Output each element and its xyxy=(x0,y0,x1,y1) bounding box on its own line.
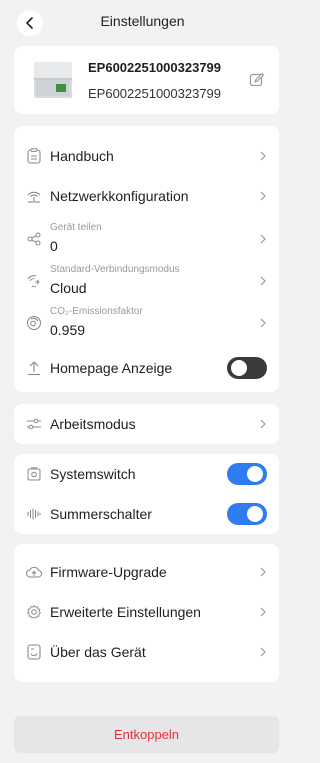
upload-icon xyxy=(26,360,42,376)
homepage-display-row: Homepage Anzeige xyxy=(14,348,279,388)
chevron-right-icon xyxy=(260,607,266,617)
switches-card: Systemswitch Summerschalter xyxy=(14,454,279,534)
work-mode-row[interactable]: Arbeitsmodus xyxy=(14,404,279,444)
advanced-settings-row[interactable]: Erweiterte Einstellungen xyxy=(14,592,279,632)
battery-device-image xyxy=(34,62,72,98)
system-switch-toggle[interactable] xyxy=(227,463,267,485)
about-device-row[interactable]: Über das Gerät xyxy=(14,632,279,672)
sliders-icon xyxy=(26,416,42,432)
device-serial: EP6002251000323799 xyxy=(88,86,222,101)
settings-card: Handbuch Netzwerkkonfiguration Gerät tei… xyxy=(14,126,279,392)
network-config-row[interactable]: Netzwerkkonfiguration xyxy=(14,176,279,216)
manual-row[interactable]: Handbuch xyxy=(14,136,279,176)
toggle-knob xyxy=(247,506,263,522)
back-button[interactable] xyxy=(17,10,43,36)
toggle-knob xyxy=(231,360,247,376)
buzzer-switch-row: Summerschalter xyxy=(14,494,279,534)
device-card: EP6002251000323799 EP6002251000323799 xyxy=(14,46,279,114)
chevron-right-icon xyxy=(260,318,266,328)
connection-mode-value: Cloud xyxy=(50,280,87,296)
work-mode-label: Arbeitsmodus xyxy=(50,416,136,432)
chevron-right-icon xyxy=(260,419,266,429)
about-device-label: Über das Gerät xyxy=(50,644,146,660)
gear-icon xyxy=(26,604,42,620)
cloud-upload-icon xyxy=(26,564,42,580)
connection-mode-row[interactable]: Standard-Verbindungsmodus Cloud xyxy=(14,260,279,302)
chevron-right-icon xyxy=(260,567,266,577)
device-info-icon xyxy=(26,644,42,660)
system-switch-row: Systemswitch xyxy=(14,454,279,494)
sound-wave-icon xyxy=(26,506,42,522)
chevron-right-icon xyxy=(260,234,266,244)
wifi-router-icon xyxy=(26,188,42,204)
unlink-button[interactable]: Entkoppeln xyxy=(14,716,279,752)
toggle-knob xyxy=(247,466,263,482)
work-mode-card: Arbeitsmodus xyxy=(14,404,279,444)
share-device-label: Gerät teilen xyxy=(50,222,102,233)
more-settings-card: Firmware-Upgrade Erweiterte Einstellunge… xyxy=(14,544,279,682)
edit-icon[interactable] xyxy=(249,72,265,88)
buzzer-switch-label: Summerschalter xyxy=(50,506,152,522)
device-name: EP6002251000323799 xyxy=(88,60,222,75)
buzzer-switch-toggle[interactable] xyxy=(227,503,267,525)
homepage-display-toggle[interactable] xyxy=(227,357,267,379)
manual-label: Handbuch xyxy=(50,148,114,164)
share-device-row[interactable]: Gerät teilen 0 xyxy=(14,218,279,260)
chevron-left-icon xyxy=(26,17,33,29)
co2-factor-value: 0.959 xyxy=(50,322,86,338)
co2-factor-label: CO₂-Emissionsfaktor xyxy=(50,306,143,317)
system-switch-icon xyxy=(26,466,42,482)
system-switch-label: Systemswitch xyxy=(50,466,136,482)
manual-icon xyxy=(26,148,42,164)
co2-factor-row[interactable]: CO₂-Emissionsfaktor 0.959 xyxy=(14,302,279,344)
page-title: Einstellungen xyxy=(100,13,185,29)
firmware-upgrade-label: Firmware-Upgrade xyxy=(50,564,167,580)
chevron-right-icon xyxy=(260,647,266,657)
network-config-label: Netzwerkkonfiguration xyxy=(50,188,189,204)
homepage-display-label: Homepage Anzeige xyxy=(50,360,173,376)
advanced-settings-label: Erweiterte Einstellungen xyxy=(50,604,201,620)
share-device-value: 0 xyxy=(50,238,58,254)
header: Einstellungen xyxy=(0,0,285,42)
chevron-right-icon xyxy=(260,191,266,201)
firmware-upgrade-row[interactable]: Firmware-Upgrade xyxy=(14,552,279,592)
co2-icon xyxy=(26,315,42,331)
chevron-right-icon xyxy=(260,276,266,286)
chevron-right-icon xyxy=(260,151,266,161)
connection-mode-label: Standard-Verbindungsmodus xyxy=(50,264,180,275)
connection-mode-icon xyxy=(26,273,42,289)
share-icon xyxy=(26,231,42,247)
